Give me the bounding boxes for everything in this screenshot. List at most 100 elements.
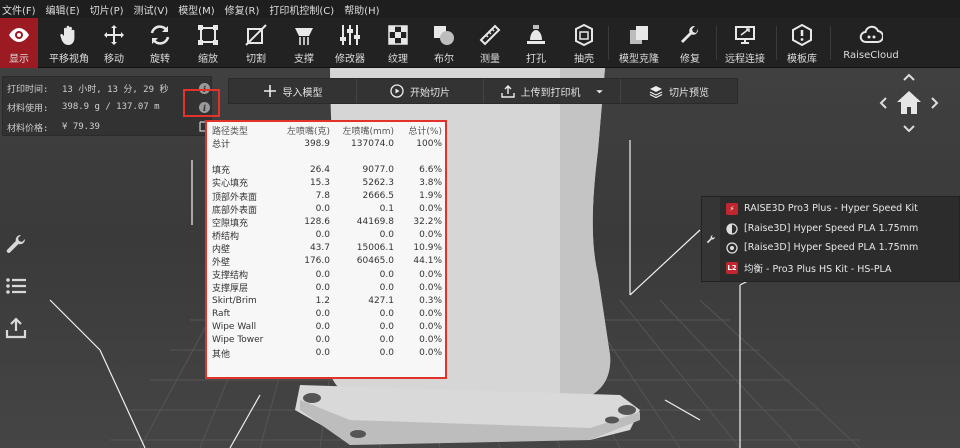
library-icon — [792, 23, 812, 47]
cell-type: 空隙填充 — [212, 218, 249, 229]
play-circle-icon — [390, 84, 404, 98]
raisecloud-button[interactable]: RaiseCloud — [840, 18, 902, 68]
menu-test[interactable]: 测试(V) — [129, 2, 174, 17]
start-slice-button[interactable]: 开始切片 — [357, 79, 484, 103]
printer-machine-row[interactable]: ⚡ RAISE3D Pro3 Plus - Hyper Speed Kit — [726, 199, 918, 218]
printer-panel-toggle[interactable] — [702, 197, 720, 281]
repair-button[interactable]: 修复 — [672, 18, 708, 68]
cell-percent: 0.0% — [419, 308, 442, 319]
machine-bolt-icon: ⚡ — [726, 202, 738, 215]
slice-preview-button[interactable]: 切片预览 — [621, 79, 737, 103]
model-clone-button[interactable]: 模型克隆 — [614, 18, 664, 68]
menu-edit[interactable]: 编辑(E) — [41, 2, 85, 17]
printer-config-panel: ⚡ RAISE3D Pro3 Plus - Hyper Speed Kit [R… — [701, 196, 960, 282]
modifier-button[interactable]: 修改器 — [330, 18, 370, 68]
cell-type: 支撑厚层 — [212, 284, 249, 295]
cut-label: 切割 — [246, 54, 266, 65]
cell-grams: 0.0 — [315, 335, 330, 346]
menu-repair[interactable]: 修复(R) — [220, 2, 265, 17]
cell-mm: 9077.0 — [362, 164, 395, 175]
list-icon[interactable] — [4, 274, 28, 298]
cut-button[interactable]: 切割 — [238, 18, 274, 68]
material-price-label: 材料价格: — [7, 123, 49, 134]
eye-icon — [9, 28, 29, 42]
cell-mm: 0.0 — [379, 308, 394, 319]
table-row-total: 总计 398.9 137074.0 100% — [212, 137, 442, 151]
template-library-button[interactable]: 模板库 — [782, 18, 822, 68]
layers-preview-icon — [649, 86, 663, 98]
left-filament-row[interactable]: [Raise3D] Hyper Speed PLA 1.75mm — [726, 219, 918, 238]
move-button[interactable]: 移动 — [96, 18, 132, 68]
menu-model[interactable]: 模型(M) — [173, 2, 219, 17]
cell-grams: 128.6 — [304, 217, 330, 228]
pan-view-label: 平移视角 — [49, 54, 89, 65]
table-row: 底部外表面 0.0 0.1 0.0% — [212, 203, 442, 216]
boolean-button[interactable]: 布尔 — [426, 18, 462, 68]
scale-button[interactable]: 缩放 — [190, 18, 226, 68]
cut-icon — [245, 24, 267, 46]
view-navigation-widget[interactable] — [878, 72, 940, 134]
shell-icon — [575, 23, 593, 47]
slice-preview-label: 切片预览 — [669, 87, 709, 99]
pan-view-button[interactable]: 平移视角 — [44, 18, 94, 68]
move-label: 移动 — [104, 54, 124, 65]
table-row: 填充 26.4 9077.0 6.6% — [212, 163, 442, 177]
clone-icon — [630, 26, 648, 44]
table-row: 外壁 176.0 60465.0 44.1% — [212, 255, 442, 268]
table-row: 顶部外表面 7.8 2666.5 1.9% — [212, 189, 442, 203]
nav-down-icon — [903, 125, 915, 133]
table-row: 支撑厚层 0.0 0.0 0.0% — [212, 281, 442, 295]
print-time-label: 打印时间: — [7, 84, 49, 95]
drill-button[interactable]: 打孔 — [518, 18, 554, 68]
hand-icon — [60, 25, 75, 45]
cell-grams: 398.9 — [304, 138, 330, 149]
material-statistics-table: 路径类型 左喷嘴(克) 左喷嘴(mm) 总计(%) 总计 398.9 13707… — [212, 124, 442, 360]
chevron-down-icon[interactable] — [595, 87, 604, 96]
import-model-button[interactable]: 导入模型 — [229, 79, 357, 103]
table-row: 空隙填充 128.6 44169.8 32.2% — [212, 216, 442, 229]
table-row: 实心填充 15.3 5262.3 3.8% — [212, 176, 442, 190]
menu-file[interactable]: 文件(F) — [0, 2, 41, 17]
menu-slice[interactable]: 切片(P) — [85, 2, 129, 17]
cell-grams: 0.0 — [315, 321, 330, 332]
print-profile-row[interactable]: L2 均衡 - Pro3 Plus HS Kit - HS-PLA — [726, 258, 892, 277]
support-button[interactable]: 支撑 — [286, 18, 322, 68]
table-row: Raft 0.0 0.0 0.0% — [212, 307, 442, 320]
measure-button[interactable]: 测量 — [472, 18, 508, 68]
cell-type: 其他 — [212, 349, 231, 360]
upload-to-printer-button[interactable]: 上传到打印机 — [484, 79, 621, 103]
profile-badge: L2 — [726, 261, 738, 274]
cell-mm: 0.0 — [379, 348, 394, 359]
shell-button[interactable]: 抽壳 — [566, 18, 602, 68]
cell-percent: 100% — [416, 138, 442, 149]
cell-percent: 1.9% — [419, 191, 442, 202]
display-button[interactable]: 显示 — [0, 18, 38, 68]
cell-mm: 2666.5 — [362, 191, 395, 202]
cell-mm: 0.0 — [379, 321, 394, 332]
plus-icon — [263, 85, 276, 97]
action-bar: 导入模型 开始切片 上传到打印机 切片预览 — [228, 78, 738, 104]
shell-label: 抽壳 — [574, 54, 594, 65]
cell-percent: 0.0% — [419, 269, 442, 280]
menu-printer-control[interactable]: 打印机控制(C) — [264, 2, 339, 17]
remote-connect-button[interactable]: 远程连接 — [720, 18, 770, 68]
right-filament-row[interactable]: [Raise3D] Hyper Speed PLA 1.75mm — [726, 238, 918, 257]
texture-button[interactable]: 纹理 — [380, 18, 416, 68]
upload-to-printer-label: 上传到打印机 — [520, 87, 581, 99]
table-row: 其他 0.0 0.0 0.0% — [212, 347, 442, 360]
menu-help[interactable]: 帮助(H) — [339, 2, 384, 17]
cell-type: 桥结构 — [212, 231, 240, 242]
left-filament-name: [Raise3D] Hyper Speed PLA 1.75mm — [744, 223, 919, 234]
material-usage-row: 材料使用: 398.9 g / 137.07 m — [7, 100, 160, 114]
display-label: 显示 — [9, 54, 29, 65]
wrench-settings-icon[interactable] — [4, 232, 28, 256]
printer-machine-name: RAISE3D Pro3 Plus - Hyper Speed Kit — [744, 203, 918, 214]
wrench-small-icon — [706, 235, 715, 244]
info-highlight-box — [183, 89, 220, 117]
boolean-icon — [434, 26, 454, 45]
table-row: 内壁 43.7 15006.1 10.9% — [212, 242, 442, 255]
cell-type: 总计 — [212, 140, 231, 151]
rotate-label: 旋转 — [150, 54, 170, 65]
rotate-button[interactable]: 旋转 — [142, 18, 178, 68]
share-upload-icon[interactable] — [4, 316, 28, 340]
